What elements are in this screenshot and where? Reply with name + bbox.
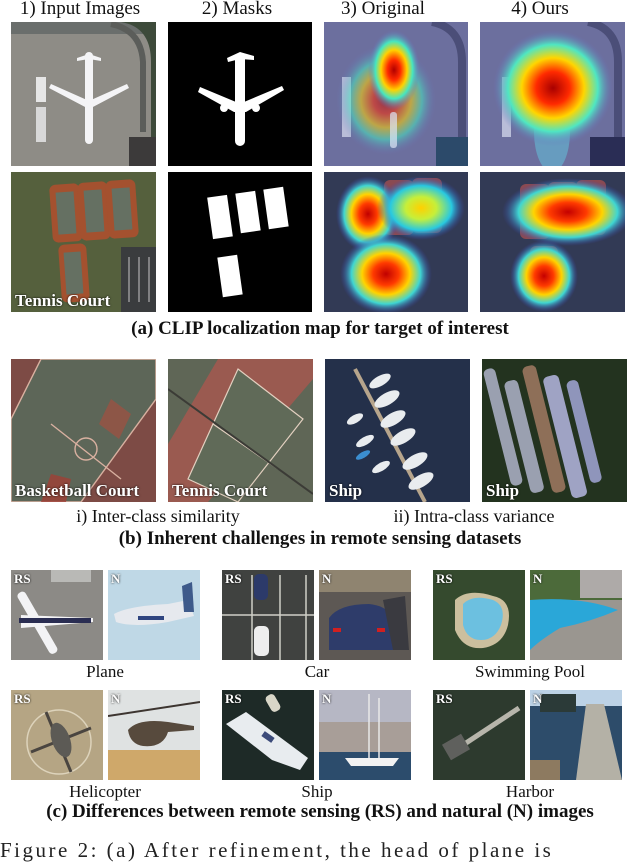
rs-tag: RS — [14, 571, 31, 586]
rs-tag: RS — [225, 691, 242, 706]
n-tag: N — [533, 691, 543, 706]
overlay-label-ship-1: Ship — [329, 481, 363, 500]
mask-airplane — [168, 22, 312, 166]
overlay-label-tennis-court-2: Tennis Court — [172, 481, 268, 500]
rs-image-ship: RS — [222, 690, 314, 780]
rs-image-swimming-pool: RS — [433, 570, 525, 660]
rs-tag: RS — [436, 571, 453, 586]
rs-tag: RS — [436, 691, 453, 706]
heatmap-original-tennis — [324, 172, 468, 312]
rs-image-car: RS — [222, 570, 314, 660]
sub-label-inter-class: i) Inter-class similarity — [76, 506, 240, 526]
input-image-tennis-courts: Tennis Court — [11, 172, 156, 312]
n-tag: N — [533, 571, 543, 586]
n-image-swimming-pool: N — [530, 570, 622, 660]
column-header-ours: 4) Ours — [511, 0, 569, 19]
overlay-label-tennis-court: Tennis Court — [15, 291, 111, 310]
image-barges-ships: Ship — [482, 359, 627, 502]
image-basketball-court: Basketball Court — [11, 359, 156, 502]
rs-image-plane: RS — [11, 570, 103, 660]
pair-label-ship: Ship — [301, 782, 333, 801]
heatmap-ours-tennis — [480, 172, 625, 312]
n-image-ship: N — [319, 690, 411, 780]
column-header-input: 1) Input Images — [19, 0, 141, 19]
n-tag: N — [111, 571, 121, 586]
image-tennis-court-closeup: Tennis Court — [168, 359, 313, 502]
column-header-original: 3) Original — [341, 0, 425, 19]
heatmap-original-airplane — [324, 22, 468, 166]
overlay-label-ship-2: Ship — [486, 481, 520, 500]
n-image-helicopter: N — [108, 690, 200, 780]
n-image-plane: N — [108, 570, 200, 660]
rs-tag: RS — [225, 571, 242, 586]
pair-label-plane: Plane — [86, 662, 124, 681]
pair-label-harbor: Harbor — [505, 782, 555, 801]
pair-label-helicopter: Helicopter — [69, 782, 141, 801]
n-image-car: N — [319, 570, 411, 660]
panel-a-caption: (a) CLIP localization map for target of … — [131, 318, 509, 339]
mask-tennis-courts — [168, 172, 312, 312]
heatmap-ours-airplane — [480, 22, 625, 166]
panel-b-caption: (b) Inherent challenges in remote sensin… — [118, 528, 522, 549]
n-image-harbor: N — [530, 690, 622, 780]
n-tag: N — [111, 691, 121, 706]
overlay-label-basketball-court: Basketball Court — [15, 481, 140, 500]
rs-image-harbor: RS — [433, 690, 525, 780]
rs-image-helicopter: RS — [11, 690, 103, 780]
sub-label-intra-class: ii) Intra-class variance — [393, 506, 555, 526]
image-marina-ships: Ship — [325, 359, 470, 502]
pair-label-swimming-pool: Swimming Pool — [474, 662, 586, 681]
column-header-masks: 2) Masks — [201, 0, 273, 19]
figure-caption-text: Figure 2: (a) After refinement, the head… — [0, 838, 554, 862]
panel-c-caption: (c) Differences between remote sensing (… — [46, 801, 594, 822]
n-tag: N — [322, 571, 332, 586]
pair-label-car: Car — [304, 662, 330, 681]
rs-tag: RS — [14, 691, 31, 706]
figure-caption: Figure 2: (a) After refinement, the head… — [0, 838, 640, 863]
input-image-airport — [11, 22, 156, 166]
n-tag: N — [322, 691, 332, 706]
